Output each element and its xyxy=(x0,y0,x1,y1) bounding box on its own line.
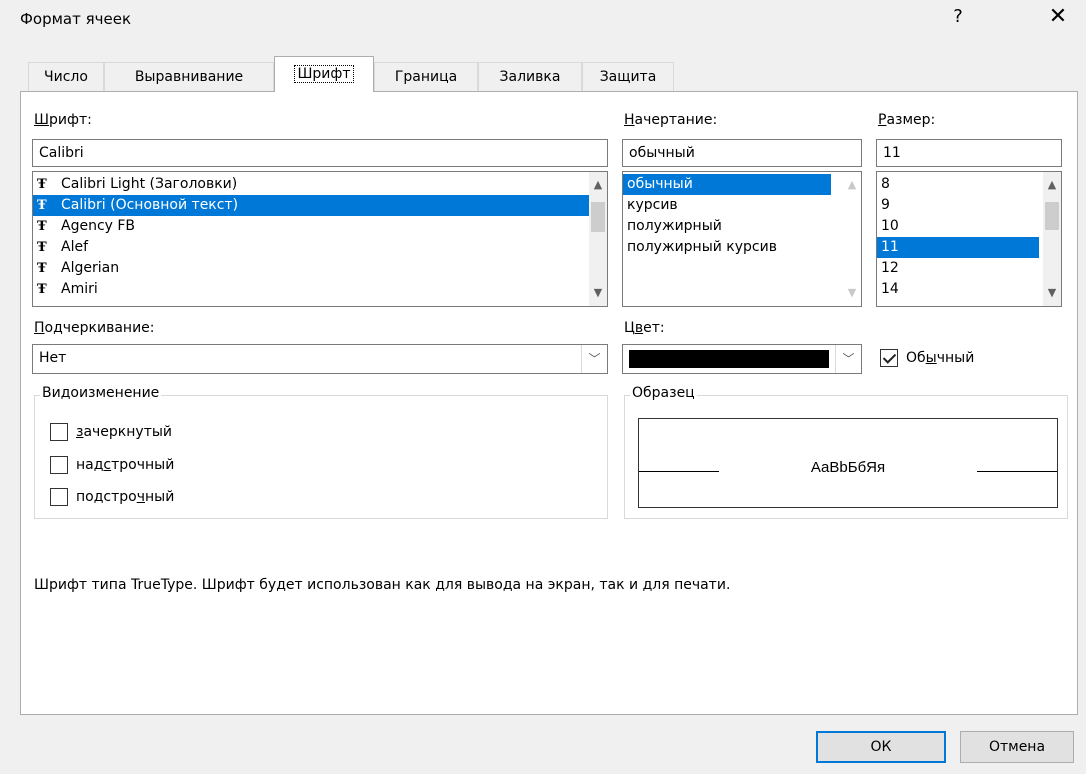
window-title: Формат ячеек xyxy=(20,10,132,28)
list-item[interactable]: Ŧ Alef xyxy=(33,237,589,258)
strikethrough-label: зачеркнутый xyxy=(76,424,173,440)
list-item[interactable]: 11 xyxy=(877,237,1039,258)
superscript-checkbox[interactable] xyxy=(50,456,68,474)
list-item[interactable]: Ŧ Agency FB xyxy=(33,216,589,237)
list-item[interactable]: 8 xyxy=(877,174,1039,195)
scroll-up-icon: ▲ xyxy=(847,178,857,191)
tab-number[interactable]: Число xyxy=(28,62,104,92)
list-item[interactable]: 12 xyxy=(877,258,1039,279)
underline-select[interactable]: Нет ﹀ xyxy=(32,344,608,374)
truetype-icon: Ŧ xyxy=(37,219,47,234)
font-input[interactable]: Calibri xyxy=(32,139,608,167)
subscript-label: подстрочный xyxy=(76,489,175,505)
normal-font-label: Обычный xyxy=(906,350,975,366)
font-list[interactable]: Ŧ Calibri Light (Заголовки) Ŧ Calibri (Осн… xyxy=(32,171,608,307)
preview-box: АаBbБбЯя xyxy=(638,418,1058,508)
tab-font[interactable]: Шрифт xyxy=(274,56,374,92)
style-list-scrollbar[interactable]: ▲ ▼ xyxy=(843,172,861,306)
normal-font-checkbox[interactable] xyxy=(880,349,898,367)
truetype-icon: Ŧ xyxy=(37,240,47,255)
size-input[interactable]: 11 xyxy=(876,139,1062,167)
truetype-icon: Ŧ xyxy=(37,177,47,192)
font-label: Шрифт: xyxy=(34,112,92,128)
style-list[interactable]: обычный курсив полужирный полужирный кур… xyxy=(622,171,862,307)
list-item[interactable]: полужирный курсив xyxy=(623,237,839,258)
scroll-down-icon: ▼ xyxy=(847,286,857,299)
preview-text: АаBbБбЯя xyxy=(810,459,886,476)
color-swatch xyxy=(629,350,829,368)
preview-title: Образец xyxy=(630,385,697,401)
scroll-up-icon[interactable]: ▲ xyxy=(589,176,607,194)
color-select[interactable]: ﹀ xyxy=(622,344,862,374)
style-label: Начертание: xyxy=(624,112,718,128)
list-item[interactable]: Ŧ Algerian xyxy=(33,258,589,279)
help-button[interactable]: ? xyxy=(950,6,966,27)
superscript-label: надстрочный xyxy=(76,457,175,473)
style-input[interactable]: обычный xyxy=(622,139,862,167)
font-list-scrollbar[interactable]: ▲ ▼ xyxy=(589,172,607,306)
preview-baseline-right xyxy=(977,471,1057,472)
tab-fill[interactable]: Заливка xyxy=(478,62,582,92)
size-list-scrollbar[interactable]: ▲ ▼ xyxy=(1043,172,1061,306)
strikethrough-checkbox[interactable] xyxy=(50,423,68,441)
scroll-down-icon[interactable]: ▼ xyxy=(1043,284,1061,302)
tab-border[interactable]: Граница xyxy=(374,62,478,92)
size-list[interactable]: 8 9 10 11 12 14 ▲ ▼ xyxy=(876,171,1062,307)
tab-font-label: Шрифт xyxy=(294,65,354,83)
close-button[interactable]: ✕ xyxy=(1046,4,1070,29)
list-item[interactable]: Ŧ Amiri xyxy=(33,279,589,300)
truetype-icon: Ŧ xyxy=(37,198,47,213)
list-item[interactable]: полужирный xyxy=(623,216,839,237)
cancel-button[interactable]: Отмена xyxy=(960,731,1074,763)
scroll-down-icon[interactable]: ▼ xyxy=(589,284,607,302)
scroll-thumb[interactable] xyxy=(591,202,605,232)
chevron-down-icon[interactable]: ﹀ xyxy=(581,345,607,373)
tab-alignment[interactable]: Выравнивание xyxy=(104,62,274,92)
list-item[interactable]: Ŧ Calibri Light (Заголовки) xyxy=(33,174,589,195)
color-label: Цвет: xyxy=(624,320,665,336)
list-item[interactable]: курсив xyxy=(623,195,839,216)
ok-button[interactable]: ОК xyxy=(816,731,946,763)
truetype-icon: Ŧ xyxy=(37,261,47,276)
scroll-up-icon[interactable]: ▲ xyxy=(1043,176,1061,194)
subscript-checkbox[interactable] xyxy=(50,488,68,506)
underline-value: Нет xyxy=(39,350,67,366)
list-item[interactable]: 14 xyxy=(877,279,1039,300)
list-item[interactable]: 9 xyxy=(877,195,1039,216)
size-label: Размер: xyxy=(878,112,936,128)
scroll-thumb[interactable] xyxy=(1045,202,1059,230)
font-description: Шрифт типа TrueType. Шрифт будет использ… xyxy=(34,577,731,593)
list-item[interactable]: Ŧ Calibri (Основной текст) xyxy=(33,195,589,216)
list-item[interactable]: обычный xyxy=(623,174,831,195)
tab-protection[interactable]: Защита xyxy=(582,62,674,92)
truetype-icon: Ŧ xyxy=(37,282,47,297)
effects-title: Видоизменение xyxy=(40,385,162,401)
list-item[interactable]: 10 xyxy=(877,216,1039,237)
chevron-down-icon[interactable]: ﹀ xyxy=(835,345,861,373)
underline-label: Подчеркивание: xyxy=(34,320,155,336)
